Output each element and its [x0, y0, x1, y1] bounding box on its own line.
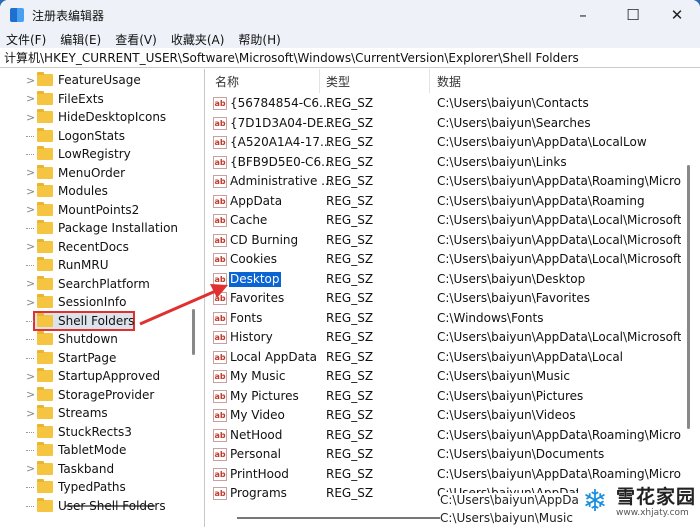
arrow-shaft	[139, 288, 219, 326]
registry-editor-window: 注册表编辑器 – ☐ ✕ 文件(F) 编辑(E) 查看(V) 收藏夹(A) 帮助…	[0, 0, 700, 527]
snowflake-icon: ❄	[582, 485, 608, 519]
watermark-url: www.xhjaty.com	[615, 507, 689, 518]
annotation-arrow	[139, 284, 228, 326]
watermark-name: 雪花家园	[615, 485, 696, 508]
watermark-logo: ❄ 雪花家园 www.xhjaty.com	[577, 485, 696, 519]
